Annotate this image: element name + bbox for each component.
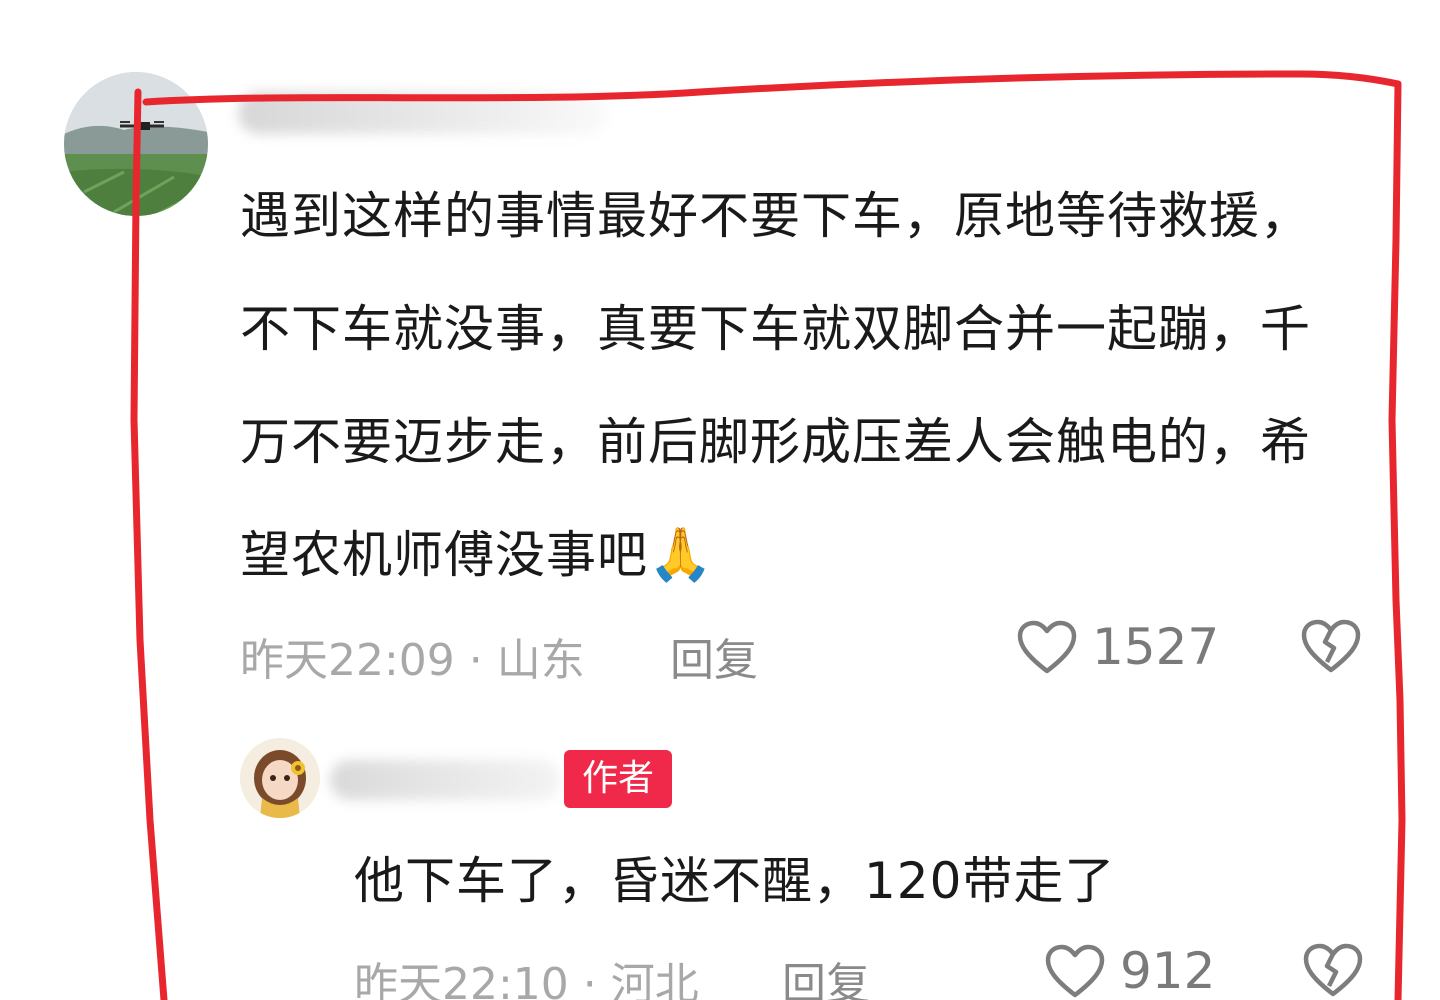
cartoon-girl-image xyxy=(240,738,320,818)
reply-body: 他下车了，昏迷不醒，120带走了 xyxy=(354,852,1116,910)
like-button[interactable]: 1527 xyxy=(1016,618,1219,676)
reply-time-location: 昨天22:10 · 河北 xyxy=(354,959,699,1000)
broken-heart-icon xyxy=(1303,943,1363,997)
commenter-name-redacted xyxy=(238,92,608,134)
reply-like-count: 912 xyxy=(1120,942,1216,1000)
pray-emoji: 🙏 xyxy=(648,525,714,585)
broken-heart-icon xyxy=(1301,619,1361,673)
comment-text: 遇到这样的事情最好不要下车，原地等待救援，不下车就没事，真要下车就双脚合并一起蹦… xyxy=(240,187,1311,584)
commenter-avatar[interactable] xyxy=(64,72,208,216)
comment-time-location: 昨天22:09 · 山东 xyxy=(240,635,585,686)
heart-outline-icon xyxy=(1017,620,1077,674)
author-name-redacted xyxy=(330,760,560,800)
reply-dislike-button[interactable] xyxy=(1302,942,1364,1000)
author-badge: 作者 xyxy=(564,750,672,808)
heart-outline-icon xyxy=(1045,944,1105,998)
reply-button[interactable]: 回复 xyxy=(670,624,758,688)
reply-like-button[interactable]: 912 xyxy=(1044,942,1215,1000)
comment-thread: 遇到这样的事情最好不要下车，原地等待救援，不下车就没事，真要下车就双脚合并一起蹦… xyxy=(0,0,1440,1000)
dislike-button[interactable] xyxy=(1300,618,1362,678)
drone-field-image xyxy=(64,72,208,216)
reply-reply-button[interactable]: 回复 xyxy=(782,948,870,1000)
author-avatar[interactable] xyxy=(240,738,320,818)
like-count: 1527 xyxy=(1092,618,1220,676)
comment-body: 遇到这样的事情最好不要下车，原地等待救援，不下车就没事，真要下车就双脚合并一起蹦… xyxy=(240,160,1330,612)
